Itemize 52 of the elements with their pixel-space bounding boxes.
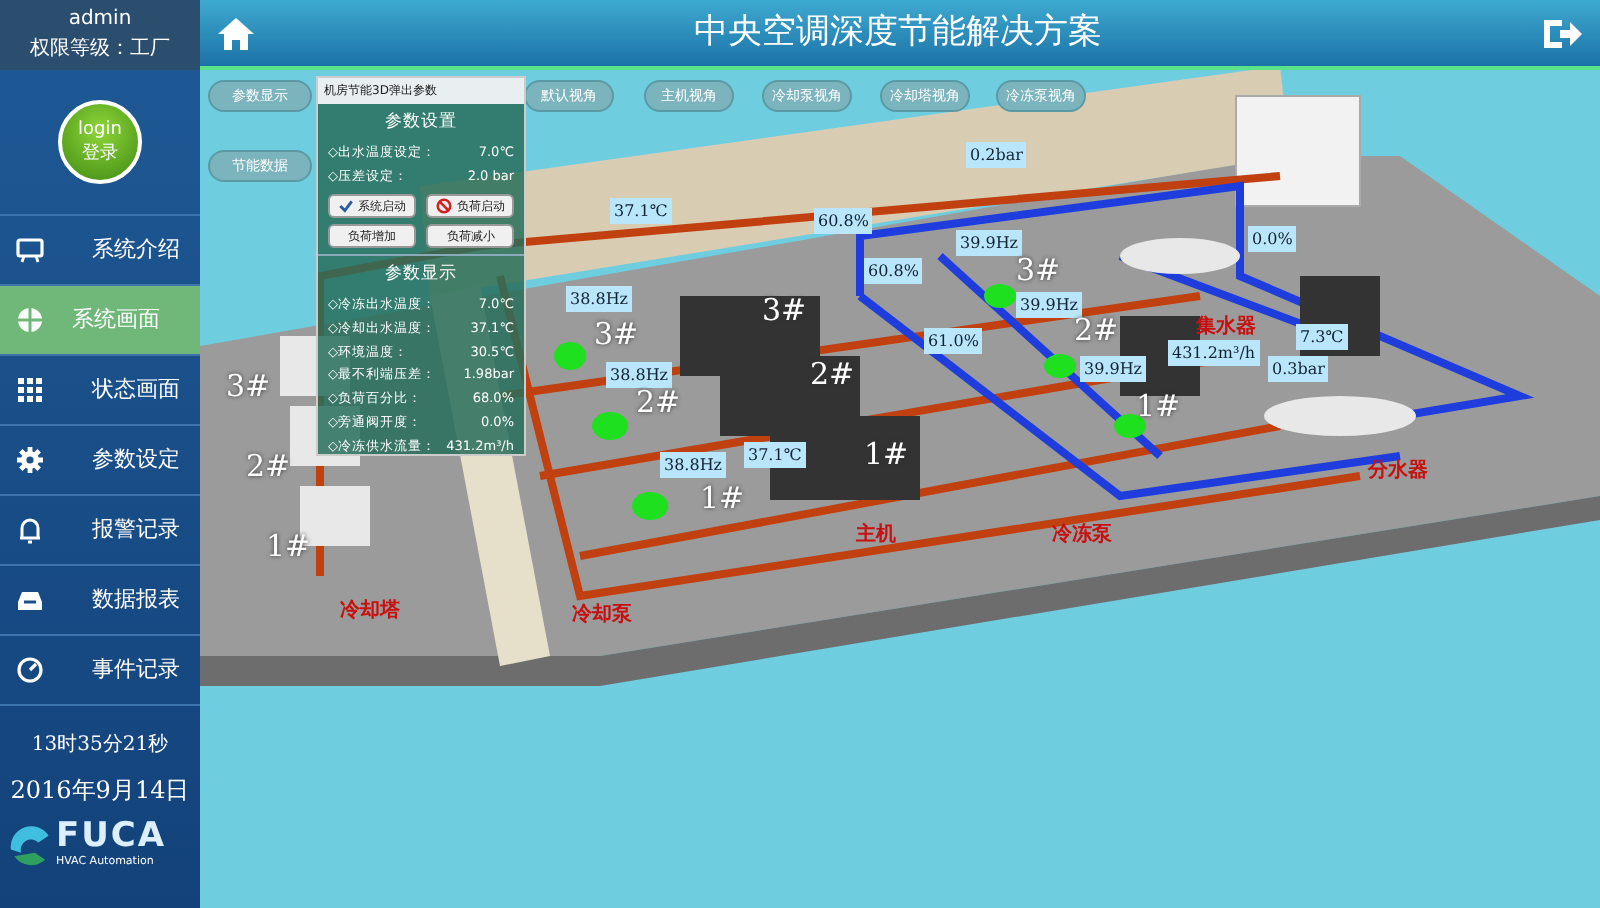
reading-label: 431.2m³/h: [1168, 340, 1260, 366]
area-label: 分水器: [1368, 457, 1428, 486]
home-icon[interactable]: [216, 15, 256, 51]
unit-number: 1#: [1136, 392, 1181, 422]
unit-number: 3#: [762, 296, 807, 326]
reading-label: 60.8%: [864, 258, 923, 284]
settings-icon: [16, 446, 44, 474]
area-label: 冷却塔: [340, 597, 400, 626]
section-title: 参数设置: [383, 110, 459, 136]
bell-icon: [16, 516, 44, 544]
permission-level: 权限等级：工厂: [28, 35, 172, 64]
user-name: admin: [66, 6, 134, 34]
exit-icon[interactable]: [1540, 15, 1584, 51]
reading-label: 37.1℃: [610, 198, 672, 224]
reading-label: 39.9Hz: [1080, 356, 1147, 382]
unit-number: 2#: [636, 388, 681, 418]
reading-label: 61.0%: [924, 328, 983, 354]
globe-icon: [16, 306, 44, 334]
reading-label: 39.9Hz: [1016, 292, 1083, 318]
reading-label: 38.8Hz: [606, 362, 673, 388]
grid-icon: [16, 376, 44, 404]
reading-label: 38.8Hz: [660, 452, 727, 478]
section-title: 参数显示: [318, 254, 524, 294]
unit-number: 3#: [226, 372, 271, 402]
reading-label: 0.0%: [1248, 226, 1297, 252]
app-title: 中央空调深度节能解决方案: [694, 9, 1102, 56]
screen-icon: [16, 236, 44, 264]
unit-number: 3#: [1016, 256, 1061, 286]
reading-label: 37.1℃: [744, 442, 806, 468]
reading-label: 7.3℃: [1296, 324, 1348, 350]
unit-number: 3#: [594, 320, 639, 350]
unit-number: 1#: [266, 532, 311, 562]
unit-number: 1#: [864, 440, 909, 470]
reading-label: 60.8%: [814, 208, 873, 234]
reading-label: 38.8Hz: [566, 286, 633, 312]
reading-label: 0.3bar: [1268, 356, 1329, 382]
clock-icon: [16, 656, 44, 684]
unit-number: 1#: [700, 484, 745, 514]
reading-label: 0.2bar: [966, 142, 1027, 168]
unit-number: 2#: [810, 360, 855, 390]
date: 2016年9月14日: [8, 774, 192, 808]
unit-number: 2#: [1074, 316, 1119, 346]
area-label: 冷冻泵: [1052, 521, 1112, 550]
reading-label: 39.9Hz: [956, 230, 1023, 256]
check-icon: [337, 198, 354, 215]
tray-icon: [16, 586, 44, 614]
area-label: 冷却泵: [572, 601, 632, 630]
logo-name: FUCA: [56, 820, 167, 854]
area-label: 主机: [856, 520, 896, 550]
prohibited-icon: [436, 198, 453, 215]
unit-number: 2#: [246, 452, 291, 482]
clock-time: 13时35分21秒: [29, 731, 171, 760]
